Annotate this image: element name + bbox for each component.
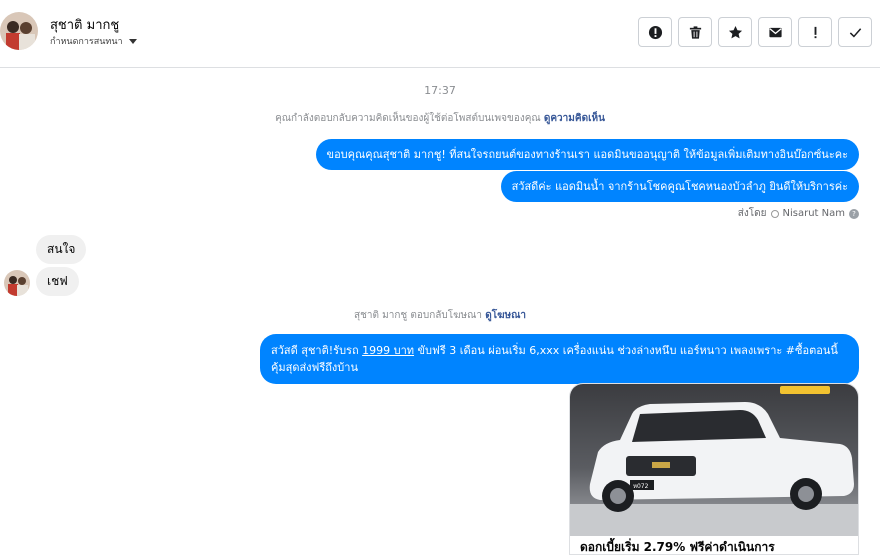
help-icon[interactable]: ? [849, 208, 859, 219]
message-timestamp: 17:37 [424, 84, 456, 97]
assign-label: กำหนดการสนทนา [50, 37, 123, 47]
caret-down-icon [128, 38, 137, 44]
mark-spam-button[interactable] [638, 17, 672, 47]
check-icon [849, 27, 861, 38]
view-comment-link[interactable]: ดูความคิดเห็น [544, 113, 605, 124]
delete-button[interactable] [678, 17, 712, 47]
comment-reply-notice: คุณกำลังตอบกลับความคิดเห็นของผู้ใช้ต่อโพ… [0, 111, 880, 126]
assign-conversation-dropdown[interactable]: กำหนดการสนทนา [50, 34, 137, 48]
incoming-message[interactable]: สนใจ [36, 235, 87, 264]
outgoing-message[interactable]: สวัสดีค่ะ แอดมินน้ำ จากร้านโชคคูณโชคหนอง… [500, 171, 859, 202]
contact-name[interactable]: สุชาติ มากชู [50, 14, 119, 35]
incoming-message[interactable]: เชฟ [36, 267, 79, 296]
comment-reply-notice-text: คุณกำลังตอบกลับความคิดเห็นของผู้ใช้ต่อโพ… [275, 113, 541, 124]
ad-reply-prefix: สวัสดี สุชาติ!รับรถ [271, 344, 363, 357]
follow-up-button[interactable] [798, 17, 832, 47]
trash-icon [689, 25, 701, 39]
ad-card[interactable]: ห072 ดอกเบี้ยเริ่ม 2.79% ฟรีค่าดำเนินการ [569, 383, 859, 555]
star-icon [728, 25, 742, 38]
ad-reply-price: 1999 บาท [362, 344, 415, 357]
sent-by-name: Nisarut Nam [782, 208, 846, 219]
envelope-icon [768, 27, 782, 37]
star-button[interactable] [718, 17, 752, 47]
mark-done-button[interactable] [838, 17, 872, 47]
ad-reply-notice-text: สุชาติ มากชู ตอบกลับโฆษณา [353, 310, 483, 321]
sent-by-label: ส่งโดย [737, 208, 767, 219]
view-ad-link[interactable]: ดูโฆษณา [485, 310, 526, 321]
header-actions [638, 17, 872, 47]
contact-avatar-small [4, 270, 30, 296]
agent-status-icon [770, 209, 779, 218]
contact-avatar[interactable] [0, 12, 38, 50]
outgoing-message[interactable]: ขอบคุณคุณสุชาติ มากชู! ที่สนใจรถยนต์ของท… [315, 139, 859, 170]
mark-unread-button[interactable] [758, 17, 792, 47]
alert-circle-icon [648, 25, 662, 39]
ad-reply-message[interactable]: สวัสดี สุชาติ!รับรถ 1999 บาท ขับฟรี 3 เด… [260, 334, 859, 384]
exclamation-icon [814, 26, 816, 38]
ad-car-image: ห072 [570, 384, 858, 536]
license-plate-text: ห072 [633, 483, 649, 490]
ad-reply-notice: สุชาติ มากชู ตอบกลับโฆษณา ดูโฆษณา [0, 308, 880, 323]
ad-card-caption[interactable]: ดอกเบี้ยเริ่ม 2.79% ฟรีค่าดำเนินการ [580, 538, 775, 554]
conversation-header: สุชาติ มากชู กำหนดการสนทนา [0, 0, 880, 68]
sent-by-indicator: ส่งโดย Nisarut Nam ? [738, 206, 859, 221]
